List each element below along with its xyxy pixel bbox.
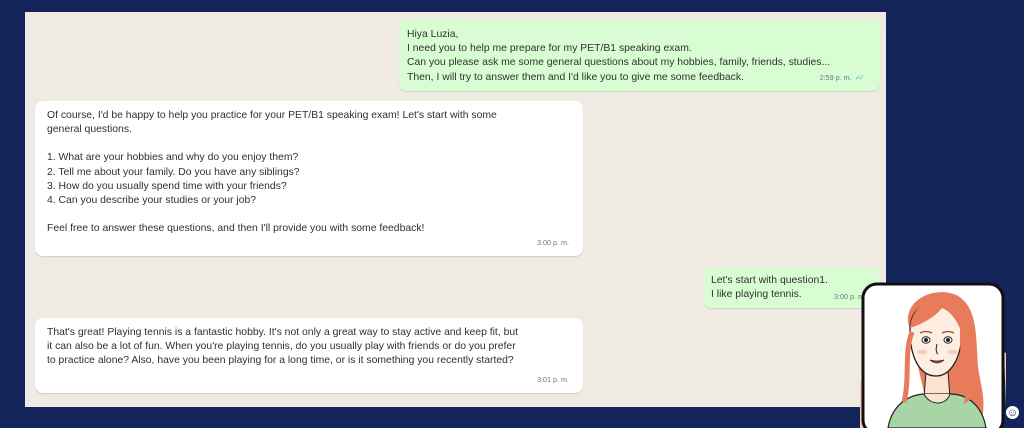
- chat-panel: Hiya Luzia, I need you to help me prepar…: [25, 12, 886, 407]
- double-check-icon: ✓✓: [854, 72, 866, 82]
- list-item: 4. Can you describe your studies or your…: [47, 195, 257, 207]
- list-item: 2. Tell me about your family. Do you hav…: [47, 166, 300, 178]
- message-text: Can you please ask me some general quest…: [407, 57, 831, 69]
- message-text: Of course, I'd be happy to help you prac…: [47, 110, 497, 121]
- list-item: 3. How do you usually spend time with yo…: [47, 180, 287, 192]
- question-list: 1. What are your hobbies and why do you …: [47, 151, 571, 208]
- message-timestamp: 2:59 p. m. ✓✓: [819, 71, 866, 85]
- message-time: 3:01 p. m.: [537, 374, 569, 384]
- message-text: Feel free to answer these questions, and…: [47, 223, 425, 235]
- message-text: Then, I will try to answer them and I'd …: [407, 71, 744, 83]
- message-text: I need you to help me prepare for my PET…: [407, 43, 692, 55]
- smiley-icon[interactable]: ☺: [1004, 404, 1021, 421]
- message-bubble-incoming[interactable]: That's great! Playing tennis is a fantas…: [35, 318, 583, 393]
- message-text: to practice alone? Also, have you been p…: [47, 355, 514, 367]
- assistant-portrait-illustration: [860, 282, 1006, 428]
- list-item: 1. What are your hobbies and why do you …: [47, 152, 299, 164]
- message-text: general questions.: [47, 124, 132, 136]
- message-bubble-outgoing[interactable]: Let's start with question1. I like playi…: [703, 268, 880, 308]
- message-time: 2:59 p. m.: [819, 72, 852, 82]
- message-bubble-incoming[interactable]: Of course, I'd be happy to help you prac…: [35, 101, 583, 256]
- message-bubble-outgoing[interactable]: Hiya Luzia, I need you to help me prepar…: [399, 19, 880, 91]
- message-text: Let's start with question1.: [711, 275, 828, 286]
- message-time: 3:00 p. m.: [537, 237, 569, 247]
- message-text: it can also be a lot of fun. When you're…: [47, 341, 516, 353]
- message-text: Hiya Luzia,: [407, 29, 459, 40]
- message-text: That's great! Playing tennis is a fantas…: [47, 327, 519, 338]
